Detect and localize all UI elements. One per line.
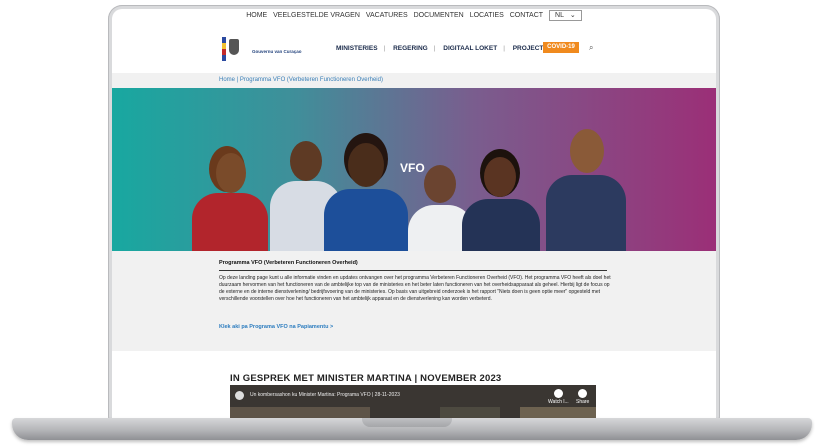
person-head xyxy=(290,141,322,181)
share-icon xyxy=(578,389,588,398)
chevron-down-icon: ⌄ xyxy=(569,12,576,19)
hero-person xyxy=(546,129,626,251)
util-contact-link[interactable]: CONTACT xyxy=(510,12,543,19)
clock-icon xyxy=(553,389,563,398)
channel-avatar[interactable] xyxy=(235,391,244,400)
hero-person xyxy=(324,143,408,251)
share-label: Share xyxy=(576,399,590,405)
covid-button[interactable]: COVID-19 xyxy=(543,42,579,53)
nav-digitaal-loket[interactable]: DIGITAAL LOKET xyxy=(443,45,497,52)
person-body xyxy=(546,175,626,251)
government-name[interactable]: Gouvernu van Curaçao xyxy=(252,49,302,54)
hero-person xyxy=(192,151,268,251)
interview-title: IN GESPREK MET MINISTER MARTINA | NOVEMB… xyxy=(230,373,502,384)
person-body xyxy=(462,199,540,251)
util-faq-link[interactable]: VEELGESTELDE VRAGEN xyxy=(273,12,360,19)
nav-separator: | xyxy=(383,45,386,52)
person-body xyxy=(192,193,268,251)
util-locaties-link[interactable]: LOCATIES xyxy=(470,12,504,19)
site-header: Gouvernu van Curaçao MINISTERIES | REGERI… xyxy=(112,25,716,73)
language-select[interactable]: NL ⌄ xyxy=(549,10,582,21)
section-title: Programma VFO (Verbeteren Functioneren O… xyxy=(219,260,358,266)
util-vacatures-link[interactable]: VACATURES xyxy=(366,12,408,19)
person-head xyxy=(348,143,384,187)
util-home-link[interactable]: HOME xyxy=(246,12,267,19)
util-documenten-link[interactable]: DOCUMENTEN xyxy=(414,12,464,19)
utility-nav: HOME VEELGESTELDE VRAGEN VACATURES DOCUM… xyxy=(112,9,716,25)
browser-viewport: HOME VEELGESTELDE VRAGEN VACATURES DOCUM… xyxy=(112,9,716,423)
flag-logo-icon xyxy=(222,37,226,61)
language-value: NL xyxy=(555,12,564,19)
intro-paragraph: Op deze landing page kunt u alle informa… xyxy=(219,275,611,302)
nav-separator: | xyxy=(433,45,436,52)
main-nav: MINISTERIES | REGERING | DIGITAAL LOKET | P… xyxy=(336,45,566,52)
nav-separator: | xyxy=(503,45,505,52)
search-icon[interactable]: ⌕ xyxy=(589,43,593,53)
laptop-notch xyxy=(362,418,452,427)
breadcrumb[interactable]: Home | Programma VFO (Verbeteren Functio… xyxy=(112,73,716,88)
papiamentu-link[interactable]: Klek aki pa Programa VFO na Papiamentu > xyxy=(219,324,333,330)
person-head xyxy=(570,129,604,173)
divider xyxy=(219,270,607,271)
hero-person xyxy=(462,157,540,251)
nav-regering[interactable]: REGERING xyxy=(393,45,428,52)
share-button[interactable]: Share xyxy=(576,389,589,405)
nav-ministeries[interactable]: MINISTERIES xyxy=(336,45,378,52)
video-title[interactable]: Un kombersashon ku Minister Martina: Pro… xyxy=(250,392,400,398)
intro-section: Programma VFO (Verbeteren Functioneren O… xyxy=(112,251,716,351)
watch-later-label: Watch l... xyxy=(548,399,569,405)
watch-later-button[interactable]: Watch l... xyxy=(548,389,569,405)
hero-banner: VFO xyxy=(112,88,716,251)
crest-logo-icon[interactable] xyxy=(229,39,239,55)
person-body xyxy=(324,189,408,251)
person-head xyxy=(484,157,516,197)
person-head xyxy=(424,165,456,203)
person-head xyxy=(216,153,246,193)
